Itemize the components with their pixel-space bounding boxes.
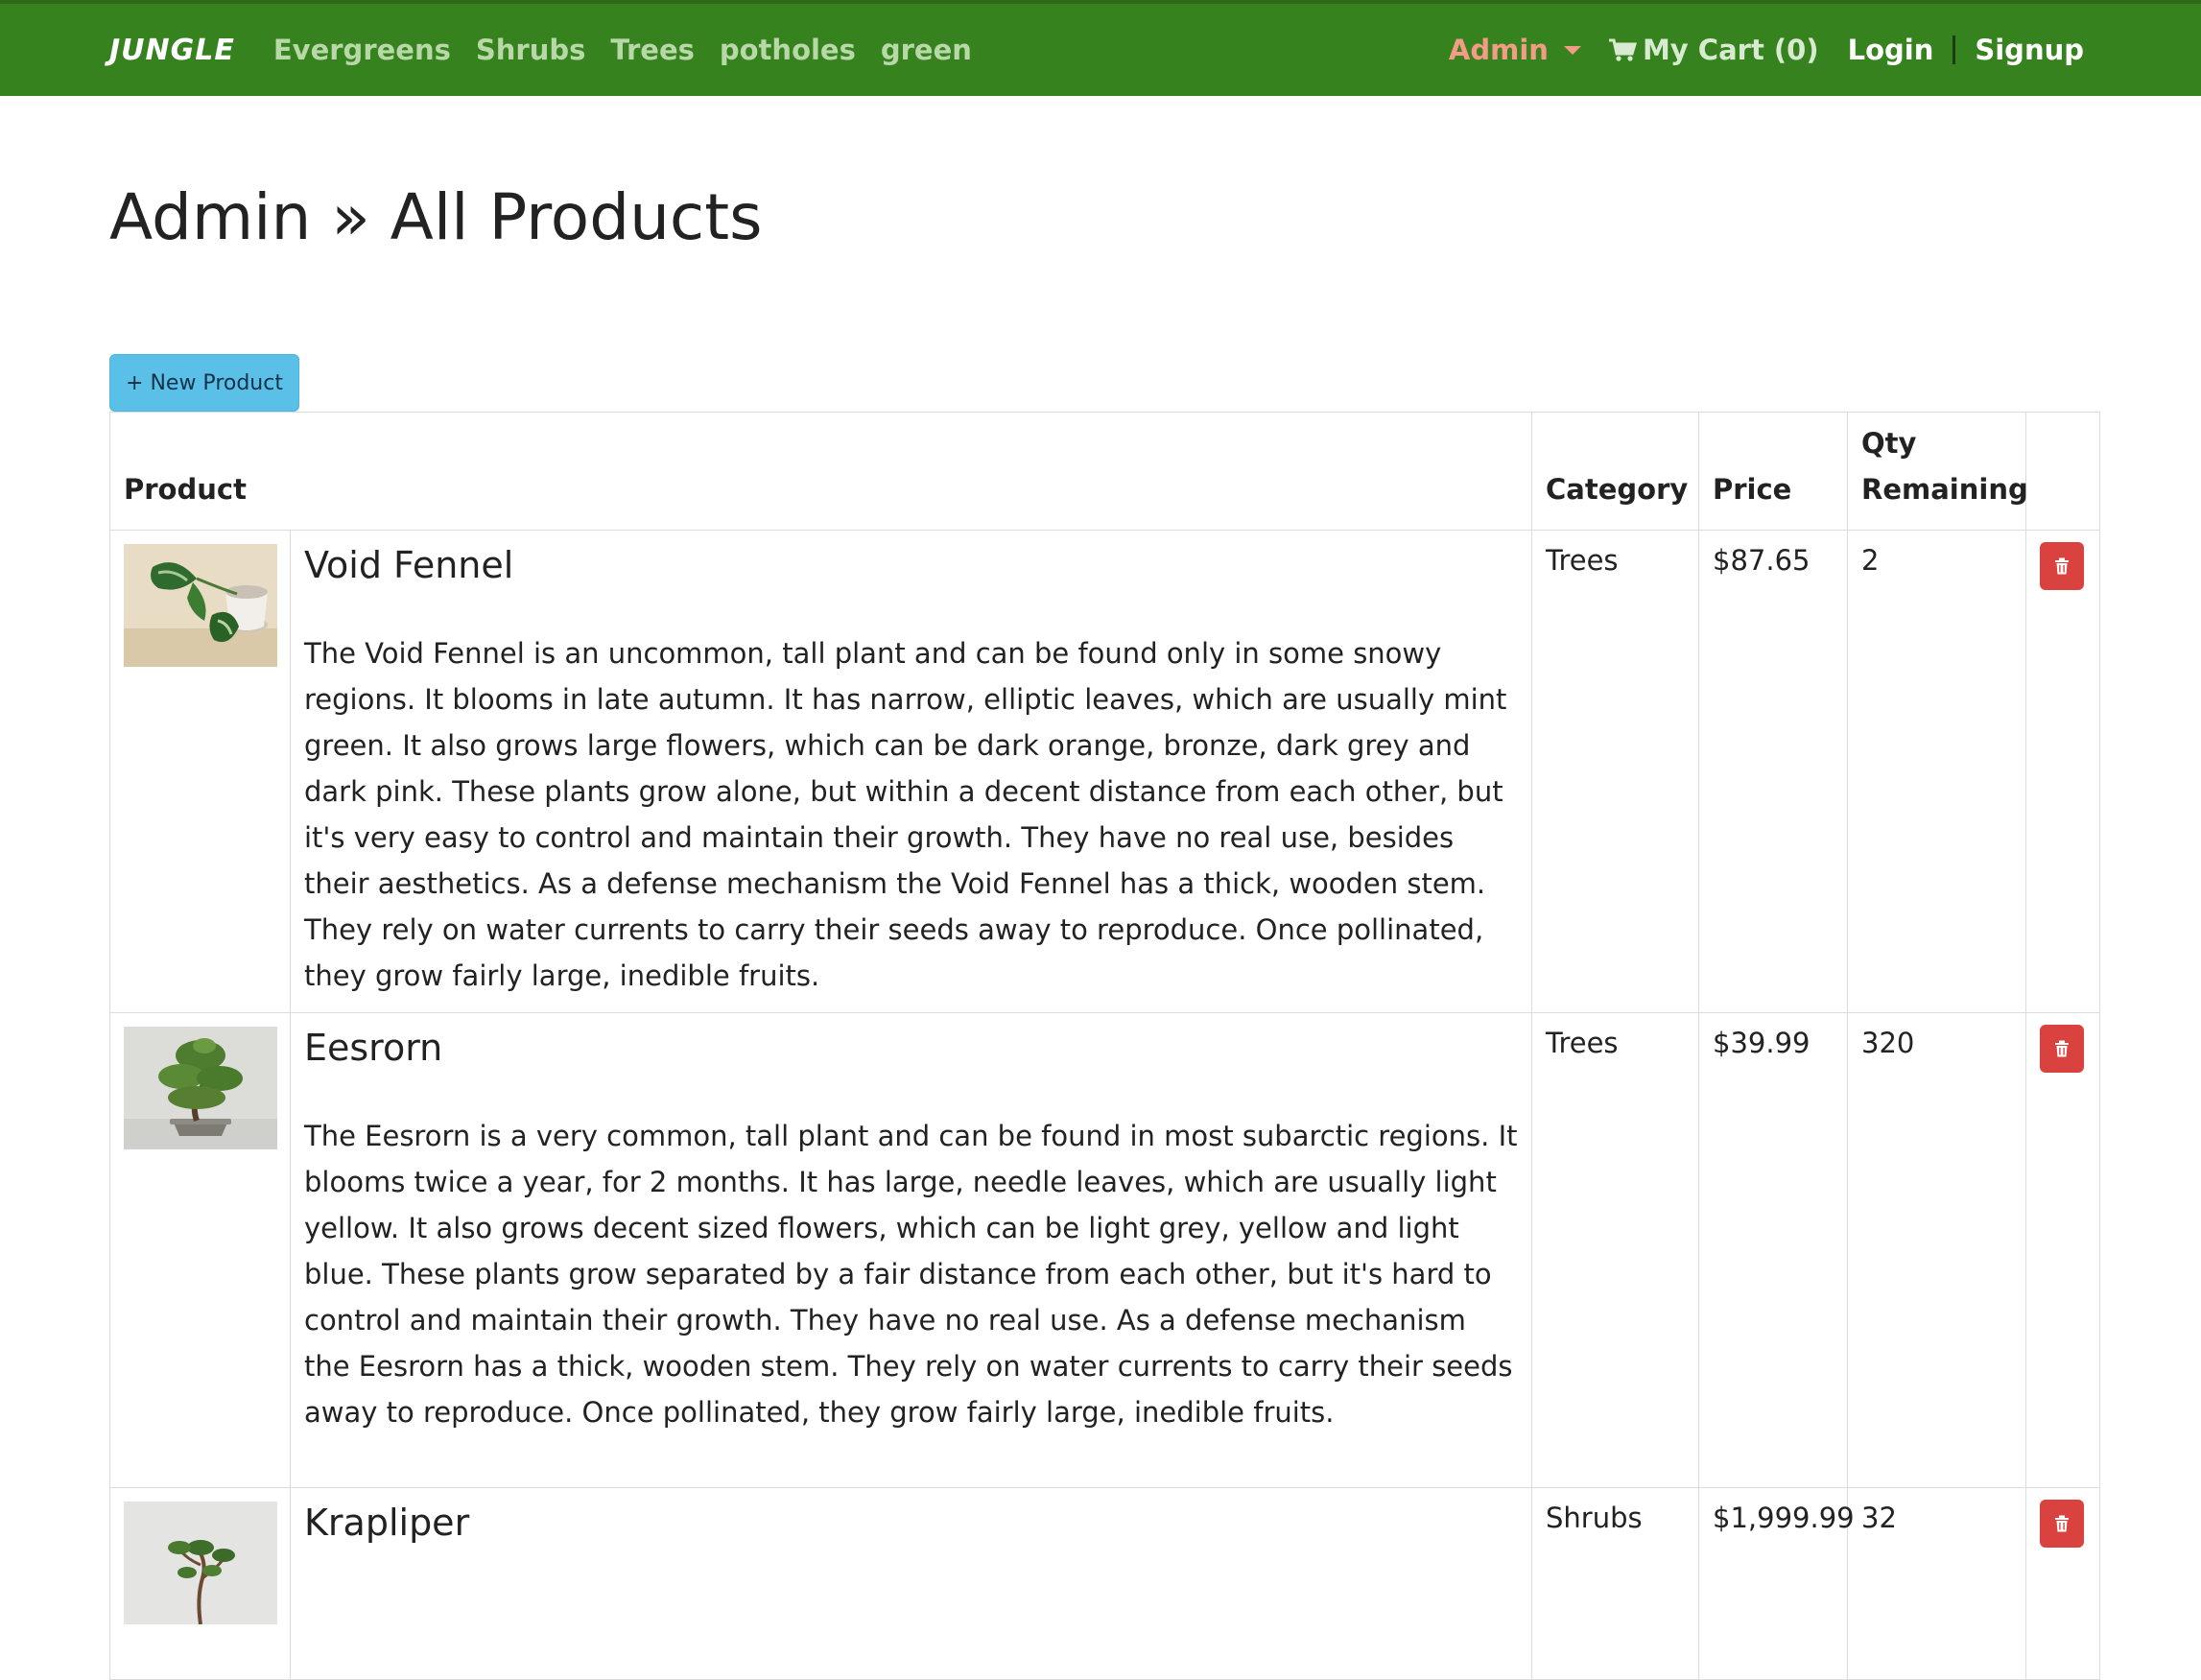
nav-link-trees[interactable]: Trees	[610, 34, 695, 66]
product-price: $87.65	[1713, 544, 1810, 577]
price-cell: $87.65	[1698, 530, 1848, 1013]
qty-cell: 32	[1847, 1487, 2026, 1680]
nav-link-green[interactable]: green	[881, 34, 972, 66]
top-navbar: JUNGLE Evergreens Shrubs Trees potholes …	[0, 0, 2201, 96]
actions-cell	[2025, 1487, 2100, 1680]
delete-product-button[interactable]	[2040, 1500, 2084, 1548]
price-column-header: Price	[1698, 412, 1848, 531]
trash-icon	[2055, 557, 2069, 575]
product-name[interactable]: Eesrorn	[304, 1027, 1518, 1069]
table-row: Eesrorn The Eesrorn is a very common, ta…	[109, 1012, 2100, 1488]
product-description: The Eesrorn is a very common, tall plant…	[304, 1120, 1518, 1429]
actions-cell	[2025, 530, 2100, 1013]
category-column-header: Category	[1531, 412, 1699, 531]
nav-link-shrubs[interactable]: Shrubs	[476, 34, 586, 66]
trash-icon	[2055, 1515, 2069, 1532]
navbar-right: Admin My Cart (0) Login Signup	[1449, 34, 2084, 66]
category-cell: Trees	[1531, 1012, 1699, 1488]
product-name[interactable]: Void Fennel	[304, 544, 1518, 586]
table-header-row: Product Category Price Qty Remaining	[109, 412, 2100, 531]
shopping-cart-icon	[1608, 38, 1637, 61]
navbar-inner: JUNGLE Evergreens Shrubs Trees potholes …	[109, 4, 2084, 100]
pothos-plant-image	[124, 544, 277, 667]
category-cell: Shrubs	[1531, 1487, 1699, 1680]
nav-separator	[1952, 35, 1956, 64]
qty-cell: 320	[1847, 1012, 2026, 1488]
table-row: Krapliper Shrubs $1,999.99 32	[109, 1487, 2100, 1680]
trash-icon	[2055, 1040, 2069, 1057]
brand-logo[interactable]: JUNGLE	[109, 34, 235, 67]
price-cell: $39.99	[1698, 1012, 1848, 1488]
product-category: Trees	[1546, 1027, 1619, 1059]
qty-header-line1: Qty	[1861, 427, 1917, 460]
my-cart-link[interactable]: My Cart (0)	[1608, 34, 1819, 66]
product-info-cell: Krapliper	[290, 1487, 1532, 1680]
products-table: Product Category Price Qty Remaining Voi…	[109, 412, 2100, 1680]
category-cell: Trees	[1531, 530, 1699, 1013]
delete-product-button[interactable]	[2040, 1025, 2084, 1073]
price-cell: $1,999.99	[1698, 1487, 1855, 1680]
thumbnail-cell	[109, 1012, 291, 1488]
product-category: Trees	[1546, 544, 1619, 577]
nav-link-evergreens[interactable]: Evergreens	[273, 34, 451, 66]
product-qty: 320	[1861, 1027, 1915, 1059]
login-link[interactable]: Login	[1848, 34, 1934, 66]
product-category: Shrubs	[1546, 1502, 1643, 1534]
admin-dropdown[interactable]: Admin	[1449, 34, 1581, 66]
delete-product-button[interactable]	[2040, 542, 2084, 590]
small-bonsai-image	[124, 1502, 277, 1624]
bonsai-tree-image	[124, 1027, 277, 1149]
qty-cell: 2	[1847, 530, 2026, 1013]
nav-link-potholes[interactable]: potholes	[720, 34, 856, 66]
product-info-cell: Void Fennel The Void Fennel is an uncomm…	[290, 530, 1532, 1013]
signup-link[interactable]: Signup	[1975, 34, 2084, 66]
table-row: Void Fennel The Void Fennel is an uncomm…	[109, 530, 2100, 1013]
product-column-header: Product	[109, 412, 1532, 531]
product-name[interactable]: Krapliper	[304, 1502, 1518, 1544]
product-qty: 2	[1861, 544, 1880, 577]
product-description: The Void Fennel is an uncommon, tall pla…	[304, 637, 1507, 992]
product-qty: 32	[1861, 1502, 1897, 1534]
new-product-button[interactable]: + New Product	[109, 354, 299, 412]
qty-column-header: Qty Remaining	[1847, 412, 2028, 531]
product-info-cell: Eesrorn The Eesrorn is a very common, ta…	[290, 1012, 1532, 1488]
page-title: Admin » All Products	[109, 180, 763, 254]
actions-column-header	[2025, 412, 2100, 531]
cart-label: My Cart (0)	[1642, 34, 1819, 66]
caret-down-icon	[1563, 45, 1581, 55]
thumbnail-cell	[109, 1487, 291, 1680]
thumbnail-cell	[109, 530, 291, 1013]
actions-cell	[2025, 1012, 2100, 1488]
admin-dropdown-label: Admin	[1448, 34, 1549, 66]
product-price: $39.99	[1713, 1027, 1810, 1059]
qty-header-line2: Remaining	[1861, 473, 2028, 506]
product-price: $1,999.99	[1713, 1502, 1855, 1534]
